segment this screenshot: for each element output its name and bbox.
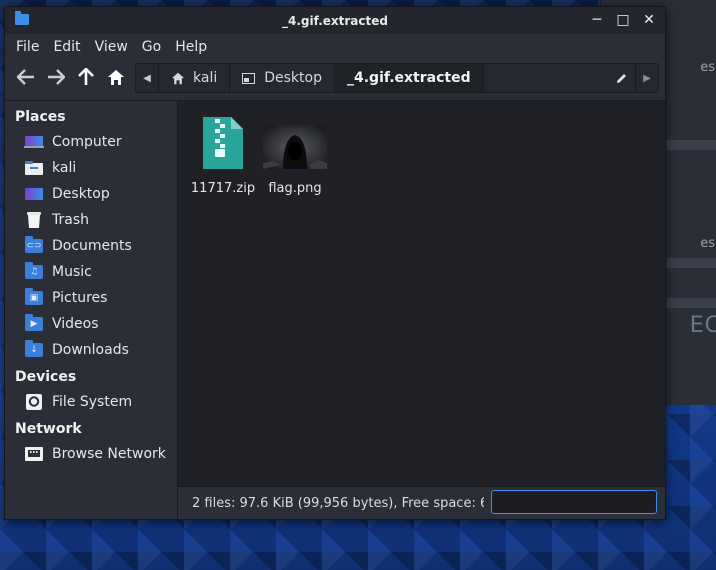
file-item-zip[interactable]: 11717.zip bbox=[186, 115, 260, 196]
trash-icon bbox=[27, 212, 41, 228]
window-title: _4.gif.extracted bbox=[282, 13, 388, 28]
sidebar-item-file-system[interactable]: File System bbox=[5, 389, 177, 415]
pencil-icon bbox=[616, 73, 626, 83]
folder-icon bbox=[15, 11, 29, 25]
forward-button[interactable] bbox=[43, 64, 69, 90]
home-folder-icon bbox=[25, 161, 43, 175]
sidebar-item-label: Music bbox=[52, 264, 92, 280]
file-manager-window[interactable]: _4.gif.extracted ─ □ ✕ File Edit View Go… bbox=[4, 6, 666, 520]
file-view[interactable]: 11717.zip flag.png bbox=[178, 101, 665, 519]
videos-folder-icon: ▶ bbox=[25, 314, 43, 331]
sidebar-header-devices: Devices bbox=[15, 369, 77, 385]
sidebar: Places Computer kali Desktop Trash ⊂⊃ Do… bbox=[5, 101, 178, 519]
drive-icon bbox=[26, 394, 42, 410]
title-bar[interactable]: _4.gif.extracted ─ □ ✕ bbox=[5, 7, 665, 34]
downloads-folder-icon: ↓ bbox=[25, 340, 43, 357]
arrow-left-icon bbox=[17, 69, 34, 85]
home-button[interactable] bbox=[103, 64, 129, 90]
network-icon bbox=[25, 447, 43, 461]
path-segment-kali[interactable]: kali bbox=[159, 64, 231, 92]
sidebar-item-label: Videos bbox=[52, 316, 99, 332]
path-bar: ◀ kali Desktop _4.gif.extracted ▶ bbox=[135, 63, 659, 93]
sidebar-item-label: Browse Network bbox=[52, 446, 166, 462]
path-segment-desktop[interactable]: Desktop bbox=[230, 64, 335, 92]
sidebar-item-downloads[interactable]: ↓ Downloads bbox=[5, 337, 177, 363]
background-window-text: es bbox=[700, 60, 715, 75]
arrow-right-icon bbox=[48, 69, 65, 85]
path-scroll-right-button[interactable]: ▶ bbox=[636, 64, 658, 92]
sidebar-item-label: Computer bbox=[52, 134, 122, 150]
minimize-button[interactable]: ─ bbox=[589, 12, 605, 28]
maximize-button[interactable]: □ bbox=[615, 12, 631, 28]
filter-input[interactable] bbox=[491, 490, 657, 514]
close-button[interactable]: ✕ bbox=[641, 12, 657, 28]
sidebar-item-label: Pictures bbox=[52, 290, 108, 306]
sidebar-item-label: Trash bbox=[52, 212, 89, 228]
desktop-icon bbox=[25, 188, 43, 200]
arrow-up-icon bbox=[78, 68, 94, 85]
sidebar-item-browse-network[interactable]: Browse Network bbox=[5, 441, 177, 467]
toolbar: ◀ kali Desktop _4.gif.extracted ▶ bbox=[5, 60, 665, 94]
sidebar-item-label: Documents bbox=[52, 238, 132, 254]
file-name: 11717.zip bbox=[190, 181, 256, 196]
sidebar-item-label: kali bbox=[52, 160, 77, 176]
music-folder-icon: ♫ bbox=[25, 262, 43, 279]
background-window-big-text: EC bbox=[689, 313, 716, 338]
sidebar-item-desktop[interactable]: Desktop bbox=[5, 181, 177, 207]
background-window-text: es bbox=[700, 236, 715, 251]
zip-archive-icon bbox=[203, 117, 243, 169]
path-segment-label: Desktop bbox=[264, 70, 322, 86]
documents-folder-icon: ⊂⊃ bbox=[25, 236, 43, 253]
sidebar-item-videos[interactable]: ▶ Videos bbox=[5, 311, 177, 337]
sidebar-item-label: Desktop bbox=[52, 186, 110, 202]
menu-go[interactable]: Go bbox=[135, 39, 168, 55]
menu-help[interactable]: Help bbox=[168, 39, 214, 55]
menu-view[interactable]: View bbox=[88, 39, 135, 55]
up-button[interactable] bbox=[73, 64, 99, 90]
sidebar-header-network: Network bbox=[15, 421, 82, 437]
sidebar-item-music[interactable]: ♫ Music bbox=[5, 259, 177, 285]
path-bar-empty-area bbox=[484, 64, 607, 92]
path-segment-current[interactable]: _4.gif.extracted bbox=[334, 64, 484, 92]
path-segment-label: kali bbox=[193, 70, 218, 86]
desktop-icon bbox=[242, 72, 256, 84]
menu-bar: File Edit View Go Help bbox=[5, 34, 665, 60]
home-icon bbox=[171, 72, 185, 84]
path-segment-label: _4.gif.extracted bbox=[346, 70, 471, 86]
file-item-png[interactable]: flag.png bbox=[258, 125, 332, 196]
path-scroll-left-button[interactable]: ◀ bbox=[136, 64, 159, 92]
sidebar-item-kali[interactable]: kali bbox=[5, 155, 177, 181]
sidebar-header-places: Places bbox=[15, 109, 66, 125]
menu-edit[interactable]: Edit bbox=[46, 39, 87, 55]
image-thumbnail bbox=[263, 125, 327, 169]
file-name: flag.png bbox=[268, 181, 322, 196]
sidebar-item-computer[interactable]: Computer bbox=[5, 129, 177, 155]
edit-location-button[interactable] bbox=[607, 64, 636, 92]
computer-icon bbox=[24, 136, 44, 148]
sidebar-item-label: Downloads bbox=[52, 342, 129, 358]
sidebar-item-label: File System bbox=[52, 394, 133, 410]
status-text: 2 files: 97.6 KiB (99,956 bytes), Free s… bbox=[192, 495, 484, 511]
sidebar-item-documents[interactable]: ⊂⊃ Documents bbox=[5, 233, 177, 259]
back-button[interactable] bbox=[13, 64, 39, 90]
menu-file[interactable]: File bbox=[9, 39, 46, 55]
pictures-folder-icon: ▣ bbox=[25, 288, 43, 305]
home-icon bbox=[108, 69, 124, 85]
sidebar-item-pictures[interactable]: ▣ Pictures bbox=[5, 285, 177, 311]
status-bar: 2 files: 97.6 KiB (99,956 bytes), Free s… bbox=[178, 486, 665, 519]
sidebar-item-trash[interactable]: Trash bbox=[5, 207, 177, 233]
